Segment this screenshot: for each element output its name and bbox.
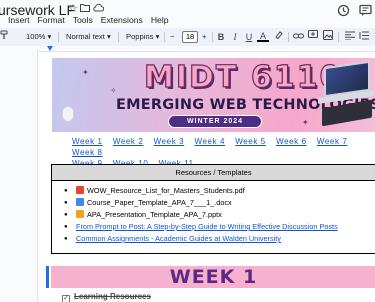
paint-format-icon[interactable]: [0, 30, 10, 44]
toolbar-divider: [338, 32, 339, 42]
word-doc-icon: [76, 198, 84, 206]
font-size-input[interactable]: 18: [182, 31, 198, 43]
resources-list: WOW_Resource_List_for_Masters_Students.p…: [52, 181, 375, 245]
title-bar: ursework LF ☆ Insert Format Tools Extens…: [0, 0, 375, 28]
toolbar-divider: [288, 32, 289, 42]
course-banner-image: ✦ ✧ ✦ MIDT 6110 EMERGING WEB TECHNOLOGIE…: [52, 58, 375, 132]
menu-help[interactable]: Help: [151, 14, 169, 28]
indent-marker[interactable]: [47, 46, 53, 51]
week-link-5[interactable]: Week 5: [235, 137, 266, 146]
highlight-icon[interactable]: [272, 30, 284, 44]
underline-button[interactable]: U: [243, 30, 255, 44]
file-chip-label[interactable]: WOW_Resource_List_for_Masters_Students.p…: [87, 186, 245, 195]
list-item[interactable]: Course_Paper_Template_APA_7___1_.docx: [64, 197, 375, 209]
font-family-select[interactable]: Poppins ▾: [126, 30, 159, 44]
list-item[interactable]: Common Assignments - Academic Guides at …: [64, 233, 375, 245]
banner-title: MIDT 6110: [143, 60, 343, 95]
menu-format[interactable]: Format: [38, 14, 65, 28]
week-link-7[interactable]: Week 7: [317, 137, 348, 146]
text-color-button[interactable]: A: [257, 30, 269, 42]
comment-icon[interactable]: [358, 4, 372, 18]
paragraph-style-select[interactable]: Normal text ▾: [66, 30, 111, 44]
common-assignments-link[interactable]: Common Assignments - Academic Guides at …: [76, 234, 281, 243]
learning-resources-checklist-item[interactable]: ✓ Learning Resources: [62, 292, 151, 302]
week-1-heading: WEEK 1: [169, 266, 258, 288]
resources-table: Resources / Templates WOW_Resource_List_…: [51, 164, 375, 254]
history-icon[interactable]: [336, 4, 350, 18]
toolbar-divider: [118, 32, 119, 42]
list-item[interactable]: WOW_Resource_List_for_Masters_Students.p…: [64, 185, 375, 197]
star-doodle-icon: ✧: [110, 86, 117, 95]
italic-button[interactable]: I: [229, 30, 241, 44]
week-link-8[interactable]: Week 8: [72, 148, 103, 157]
menu-bar: Insert Format Tools Extensions Help: [8, 14, 169, 28]
pdf-file-icon: [76, 186, 84, 194]
google-docs-window: ursework LF ☆ Insert Format Tools Extens…: [0, 0, 375, 302]
insert-image-icon[interactable]: [322, 30, 334, 44]
week-heading-bar: WEEK 1: [51, 266, 375, 288]
add-comment-icon[interactable]: [307, 30, 319, 44]
toolbar-divider: [164, 32, 165, 42]
insert-link-icon[interactable]: [292, 30, 304, 44]
decrease-font-size-button[interactable]: −: [170, 30, 174, 44]
week-link-1[interactable]: Week 1: [72, 137, 103, 146]
menu-insert[interactable]: Insert: [8, 14, 30, 28]
toolbar-divider: [58, 32, 59, 42]
sparkle-doodle-icon: ✦: [302, 118, 309, 127]
week-link-2[interactable]: Week 2: [113, 137, 144, 146]
file-chip-label[interactable]: Course_Paper_Template_APA_7___1_.docx: [87, 198, 232, 207]
week-link-6[interactable]: Week 6: [276, 137, 307, 146]
resources-table-heading: Resources / Templates: [52, 165, 375, 181]
list-item[interactable]: APA_Presentation_Template_APA_7.pptx: [64, 209, 375, 221]
menu-extensions[interactable]: Extensions: [101, 14, 143, 28]
file-chip-label[interactable]: APA_Presentation_Template_APA_7.pptx: [87, 210, 222, 219]
zoom-select[interactable]: 100% ▾: [26, 30, 51, 44]
checklist-label: Learning Resources: [74, 292, 151, 301]
star-doodle-icon: ✦: [82, 68, 89, 77]
line-spacing-icon[interactable]: [358, 30, 370, 44]
menu-tools[interactable]: Tools: [73, 14, 93, 28]
list-item[interactable]: From Prompt to Post: A Step-by-Step Guid…: [64, 221, 375, 233]
discussion-guide-link[interactable]: From Prompt to Post: A Step-by-Step Guid…: [76, 222, 338, 231]
banner-term-badge: WINTER 2024: [168, 115, 262, 128]
toolbar-divider: [212, 32, 213, 42]
slides-file-icon: [76, 210, 84, 218]
week-link-3[interactable]: Week 3: [154, 137, 185, 146]
checkbox-checked-icon[interactable]: ✓: [62, 295, 70, 302]
heading-selection-bar: [46, 266, 49, 288]
document-page[interactable]: ✦ ✧ ✦ MIDT 6110 EMERGING WEB TECHNOLOGIE…: [38, 52, 375, 302]
increase-font-size-button[interactable]: +: [202, 30, 206, 44]
week-link-4[interactable]: Week 4: [194, 137, 225, 146]
bold-button[interactable]: B: [215, 30, 227, 44]
vertical-ruler: [0, 52, 12, 302]
align-left-icon[interactable]: [344, 30, 356, 44]
toolbar: 100% ▾ Normal text ▾ Poppins ▾ − 18 + B …: [0, 28, 375, 46]
mouse-illustration: [62, 106, 74, 122]
